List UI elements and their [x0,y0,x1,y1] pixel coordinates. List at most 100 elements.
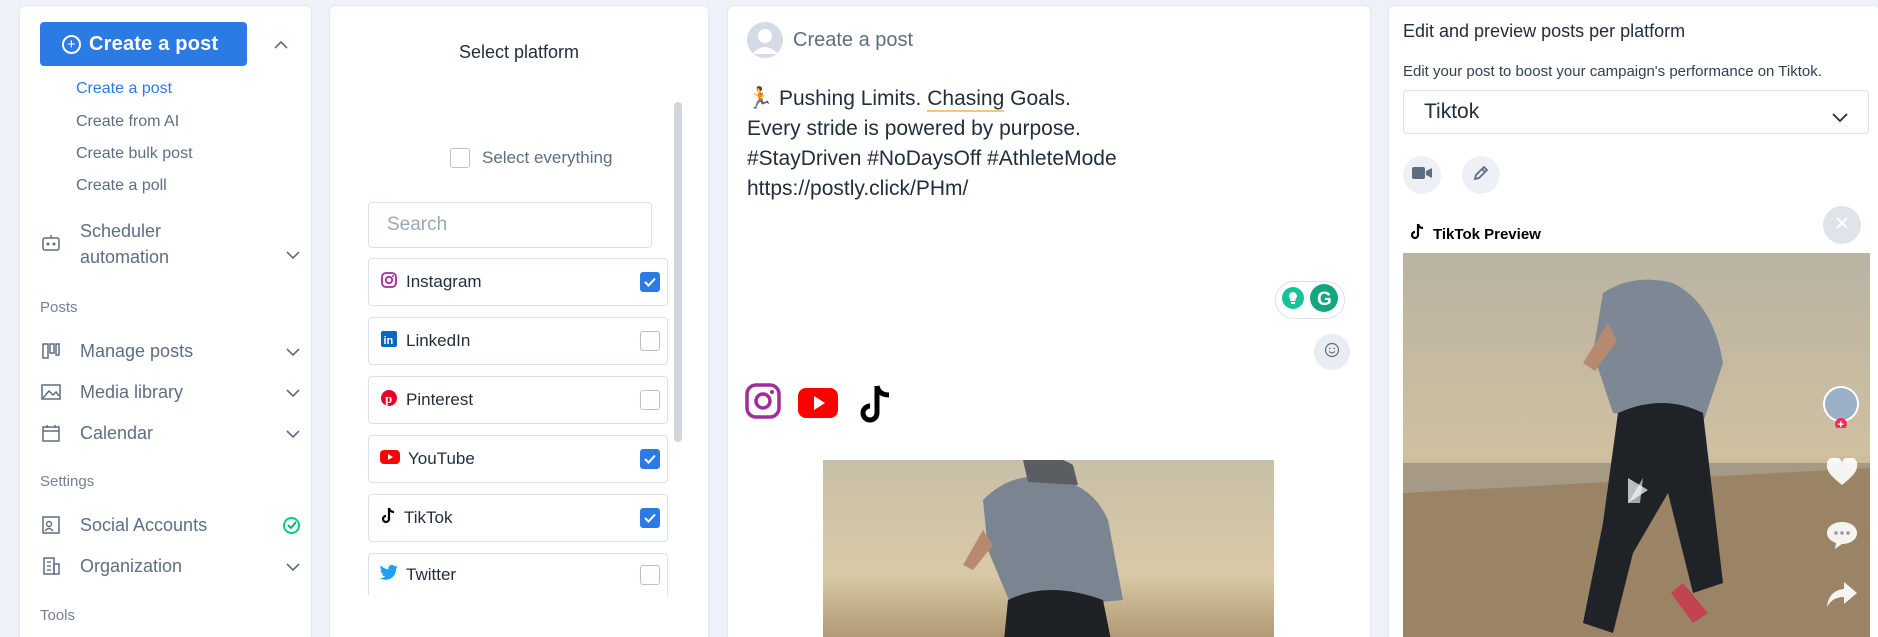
nav-scheduler-automation[interactable]: Scheduler automation [40,218,300,270]
tiktok-icon [1409,223,1425,245]
post-line-1: 🏃 Pushing Limits. Chasing Goals. [747,84,1307,114]
check-circle-icon [283,516,300,534]
youtube-icon[interactable] [798,388,838,423]
tiktok-preview-label: TikTok Preview [1433,225,1541,243]
svg-text:G: G [1317,289,1332,310]
nav-social-accounts[interactable]: Social Accounts [40,514,300,536]
sub-link-create-bulk-post[interactable]: Create bulk post [76,145,193,163]
platform-select-value: Tiktok [1424,100,1480,123]
instagram-icon[interactable] [744,382,782,425]
edit-button[interactable] [1462,156,1500,194]
comment-icon[interactable] [1826,520,1858,555]
nav-scheduler-line1: Scheduler [80,221,162,241]
avatar [747,22,783,58]
creator-avatar-icon[interactable]: + [1822,386,1860,433]
heart-icon[interactable] [1826,456,1858,491]
select-everything-label: Select everything [482,148,613,167]
svg-text:in: in [384,335,394,347]
plus-circle-icon: + [62,34,81,54]
platform-name: YouTube [408,449,475,468]
checkbox-checked[interactable] [640,508,660,528]
platform-row-pinterest[interactable]: p Pinterest [368,376,668,424]
instagram-icon [380,271,398,294]
checkbox-checked[interactable] [640,449,660,469]
svg-text:+: + [1838,419,1844,428]
post-media-image [823,460,1274,637]
platform-name: Instagram [406,272,482,291]
preview-subtitle: Edit your post to boost your campaign's … [1403,63,1822,80]
building-icon [40,555,62,577]
pinterest-icon: p [380,389,398,412]
grammarly-widget[interactable]: G [1275,281,1345,319]
platform-search-input[interactable] [368,202,652,248]
nav-scheduler-label: Scheduler automation [80,218,169,270]
pencil-icon [1472,164,1490,187]
chevron-down-icon [286,244,300,265]
platform-row-instagram[interactable]: Instagram [368,258,668,306]
post-text-editor[interactable]: 🏃 Pushing Limits. Chasing Goals. Every s… [747,84,1307,204]
grammarly-icon: G [1310,283,1338,317]
chevron-down-icon [286,341,300,362]
section-label-settings: Settings [40,473,95,490]
kanban-icon [40,340,62,362]
nav-media-library-label: Media library [80,381,184,402]
post-line-1-underlined: Chasing [927,87,1005,112]
youtube-icon [380,449,400,469]
create-post-button-label: Create a post [89,32,219,55]
nav-calendar[interactable]: Calendar [40,422,300,444]
nav-media-library[interactable]: Media library [40,381,300,403]
sub-link-create-from-ai[interactable]: Create from AI [76,113,179,131]
chevron-down-icon [286,423,300,444]
id-card-icon [40,514,62,536]
calendar-icon [40,422,62,444]
platform-select[interactable]: Tiktok [1403,90,1869,134]
emoji-button[interactable] [1314,334,1350,370]
create-post-button[interactable]: + Create a post [40,22,247,66]
select-everything-checkbox[interactable]: Select everything [450,148,612,168]
smiley-icon [1324,342,1340,363]
nav-manage-posts-label: Manage posts [80,340,194,361]
post-line-4: https://postly.click/PHm/ [747,177,969,200]
chevron-down-icon [286,382,300,403]
nav-organization-label: Organization [80,555,183,576]
post-line-2: Every stride is powered by purpose. [747,117,1081,140]
preview-title: Edit and preview posts per platform [1403,21,1686,41]
platform-name: Pinterest [406,390,474,409]
sub-link-create-post[interactable]: Create a post [76,80,172,98]
linkedin-icon: in [380,330,398,353]
platform-row-youtube[interactable]: YouTube [368,435,668,483]
platform-name: LinkedIn [406,331,471,350]
platform-selector-panel: Select platform Select everything Instag… [330,6,708,637]
lightbulb-icon [1282,286,1304,314]
nav-organization[interactable]: Organization [40,555,300,577]
checkbox[interactable] [450,148,470,168]
scrollbar[interactable] [674,102,682,442]
tiktok-icon [380,507,396,530]
platform-selector-title: Select platform [458,42,580,62]
tiktok-video-preview[interactable] [1403,253,1870,637]
platform-row-linkedin[interactable]: in LinkedIn [368,317,668,365]
chevron-down-icon [286,556,300,577]
checkbox[interactable] [640,331,660,351]
share-icon[interactable] [1826,580,1858,613]
checkbox[interactable] [640,390,660,410]
post-line-3: #StayDriven #NoDaysOff #AthleteMode [747,147,1117,170]
sidebar: + Create a post Create a post Create fro… [20,6,311,637]
composer-panel: Create a post 🏃 Pushing Limits. Chasing … [728,6,1370,637]
composer-title: Create a post [793,29,914,51]
nav-manage-posts[interactable]: Manage posts [40,340,300,362]
post-line-1-start: 🏃 Pushing Limits. [747,87,928,110]
section-label-tools: Tools [40,607,76,624]
chevron-up-icon[interactable] [274,36,288,54]
video-button[interactable] [1403,156,1441,194]
checkbox[interactable] [640,564,660,585]
sub-link-create-poll[interactable]: Create a poll [76,177,167,195]
platform-row-tiktok[interactable]: TikTok [368,494,668,542]
close-button[interactable] [1823,206,1861,244]
post-line-1-end: Goals. [1004,87,1071,110]
chevron-down-icon [1832,105,1848,129]
tiktok-icon[interactable] [857,384,893,431]
checkbox-checked[interactable] [640,272,660,292]
svg-text:p: p [385,391,392,406]
platform-row-twitter[interactable]: Twitter [368,553,668,595]
